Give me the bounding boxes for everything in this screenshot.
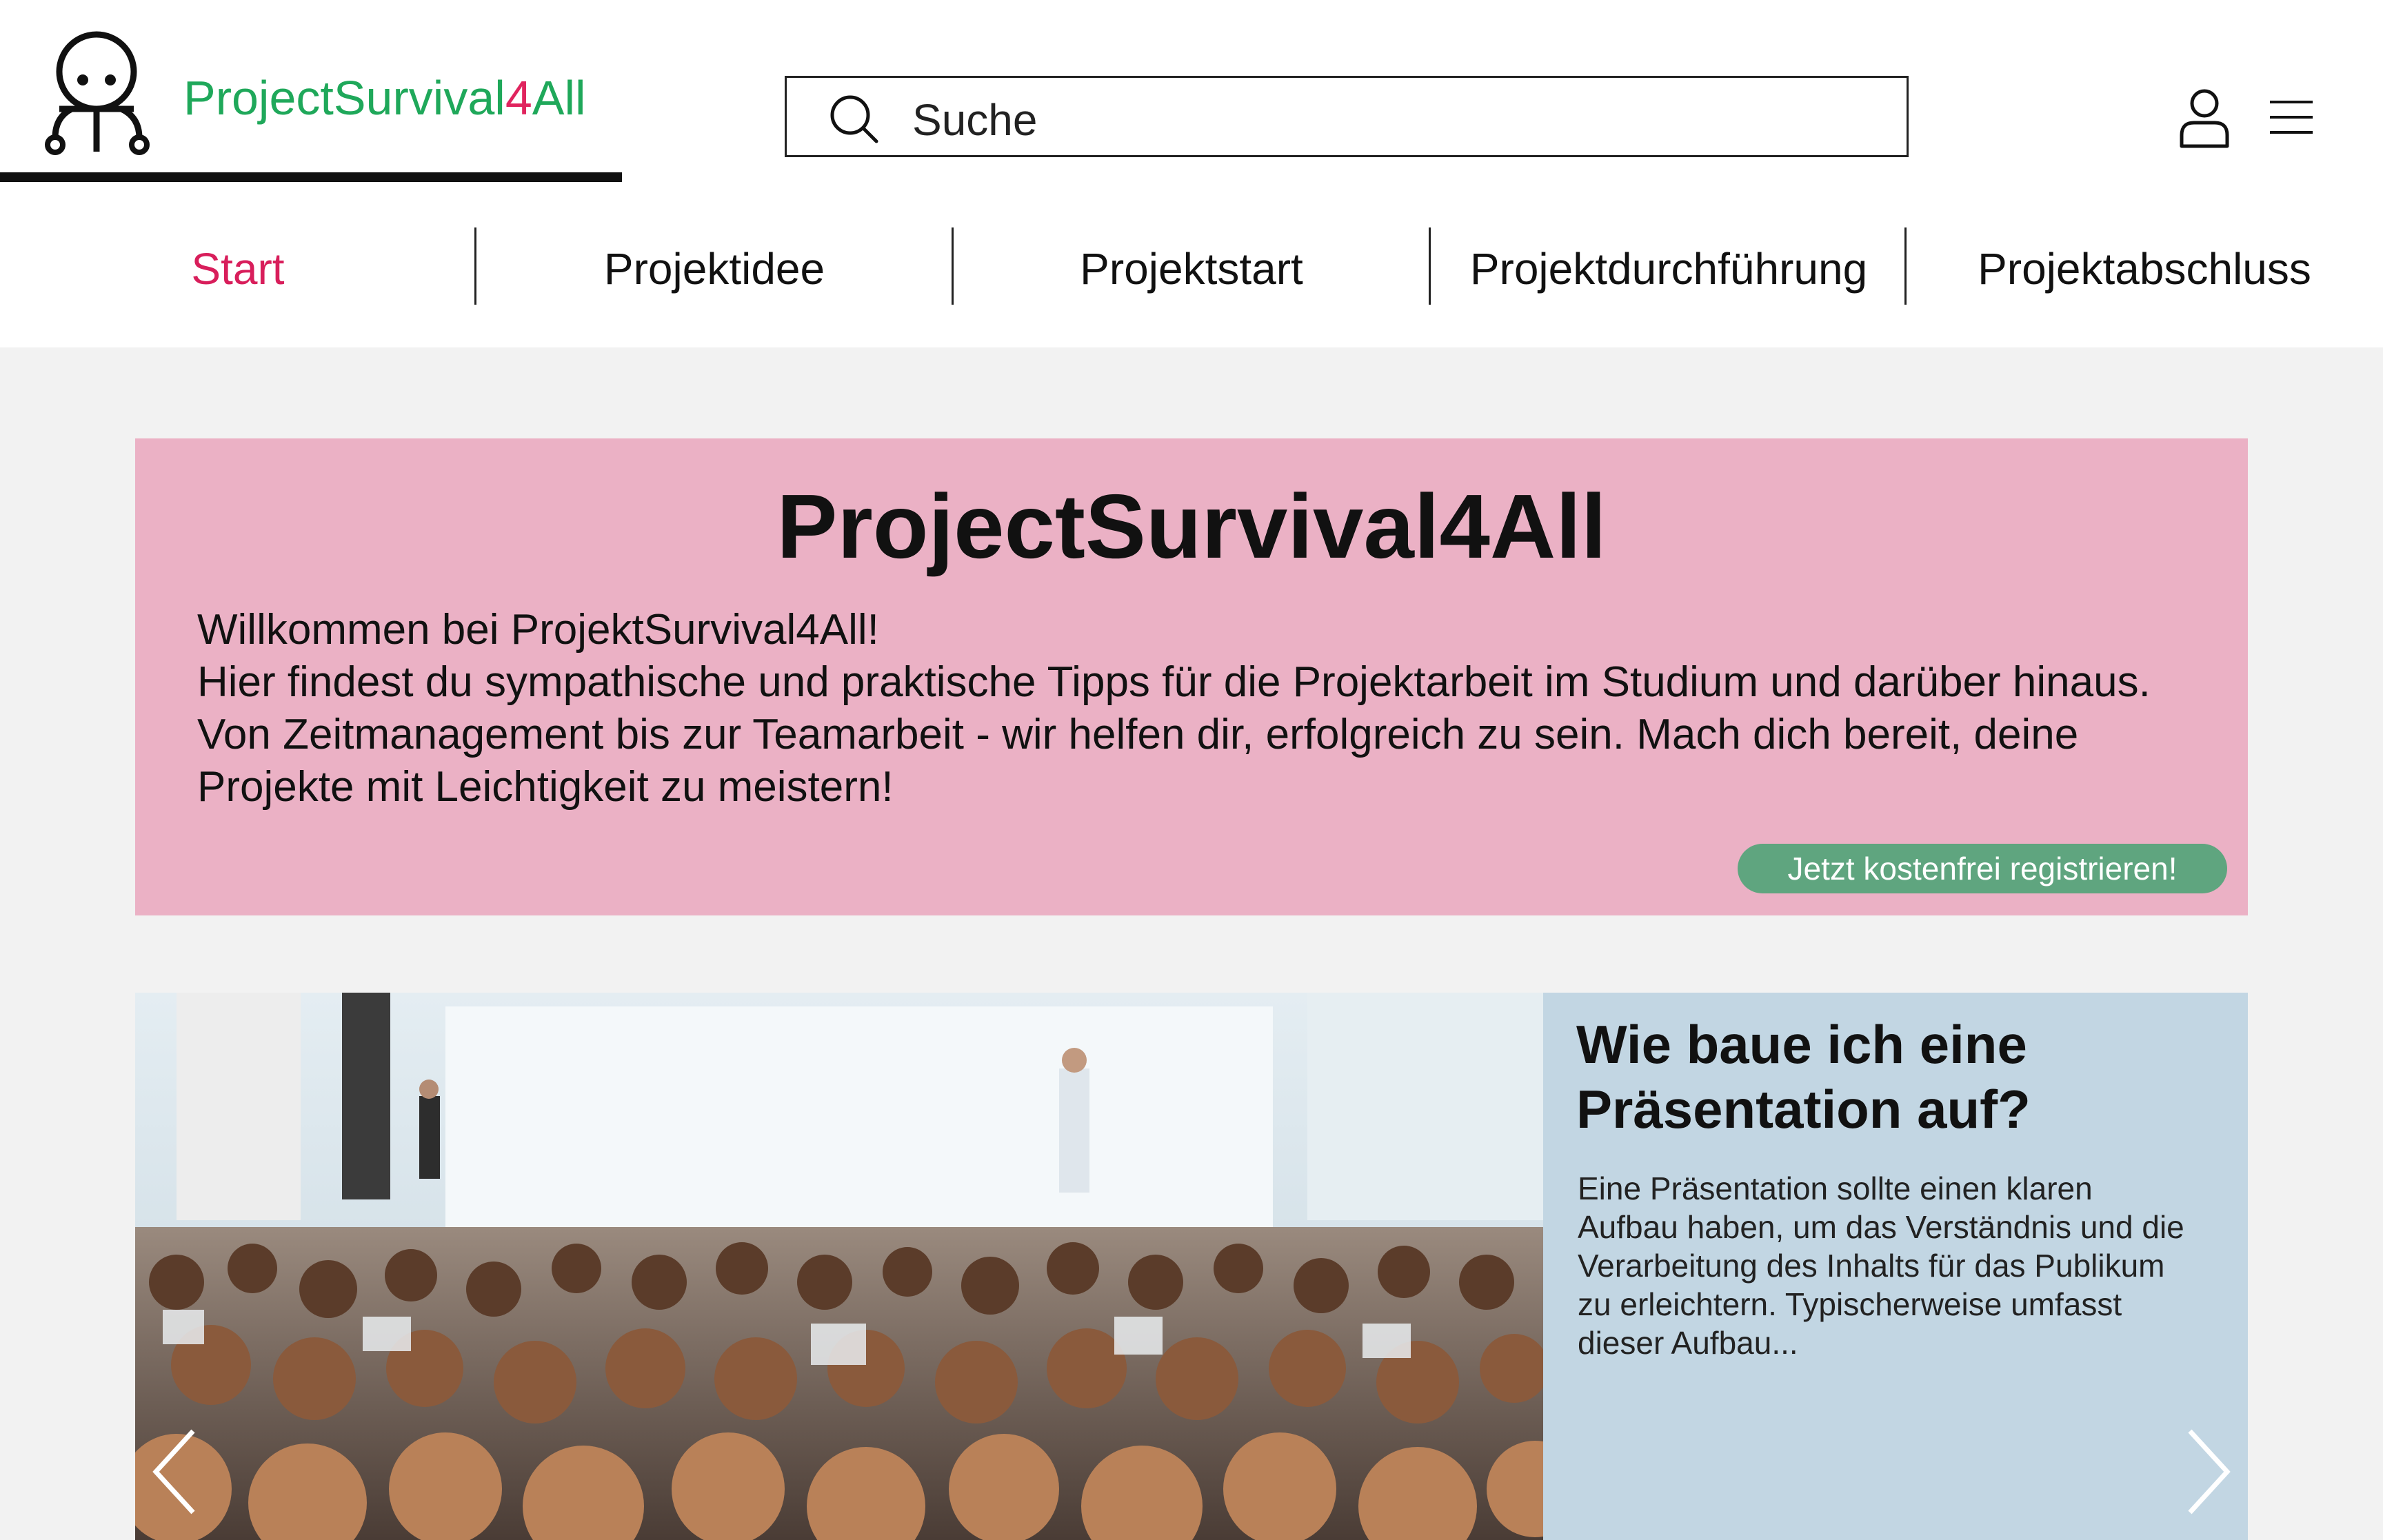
site-header: ProjectSurvival4All Suche Start Projekti… — [0, 0, 2383, 347]
brand-name-part2: All — [532, 71, 586, 125]
brand-underline — [0, 172, 622, 182]
article-carousel: Wie baue ich eine Präsentation auf? Eine… — [135, 993, 2248, 1540]
hero-description: Hier findest du sympathische und praktis… — [197, 658, 2151, 811]
search-icon[interactable] — [828, 93, 879, 144]
register-button[interactable]: Jetzt kostenfrei registrieren! — [1738, 844, 2227, 893]
user-icon[interactable] — [2179, 87, 2230, 149]
chevron-left-icon[interactable] — [150, 1427, 199, 1517]
brand-name[interactable]: ProjectSurvival4All — [183, 70, 586, 125]
search-placeholder: Suche — [912, 95, 1038, 145]
nav-item-start[interactable]: Start — [0, 227, 476, 310]
article-title[interactable]: Wie baue ich eine Präsentation auf? — [1576, 1012, 2197, 1142]
chevron-right-icon[interactable] — [2184, 1427, 2233, 1517]
nav-item-projektabschluss[interactable]: Projektabschluss — [1907, 227, 2382, 310]
octopus-logo-icon[interactable] — [30, 28, 168, 165]
conference-audience-photo[interactable] — [135, 993, 1543, 1540]
welcome-banner: ProjectSurvival4All Willkommen bei Proje… — [135, 438, 2248, 915]
search-input[interactable]: Suche — [785, 76, 1909, 157]
nav-item-projektdurchfuehrung[interactable]: Projektdurchführung — [1431, 227, 1907, 310]
hero-title: ProjectSurvival4All — [776, 476, 1607, 577]
nav-item-projektstart[interactable]: Projektstart — [954, 227, 1429, 310]
brand-name-digit: 4 — [505, 71, 532, 125]
hero-welcome-line: Willkommen bei ProjektSurvival4All! — [197, 606, 879, 654]
main-nav: Start Projektidee Projektstart Projektdu… — [0, 227, 2383, 310]
hero-text: Willkommen bei ProjektSurvival4All! Hier… — [197, 604, 2211, 813]
hamburger-menu-icon[interactable] — [2269, 97, 2314, 138]
brand-name-part1: ProjectSurvival — [183, 71, 505, 125]
article-excerpt: Eine Präsentation sollte einen klaren Au… — [1578, 1171, 2184, 1361]
nav-item-projektidee[interactable]: Projektidee — [476, 227, 952, 310]
